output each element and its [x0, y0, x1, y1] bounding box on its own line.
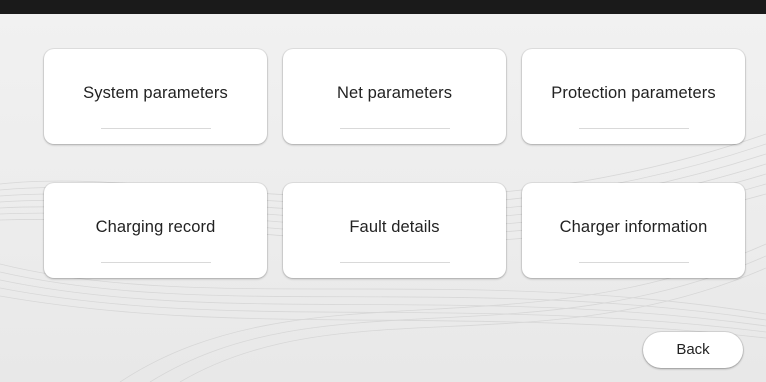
charger-information-tile[interactable]: Charger information	[522, 183, 745, 278]
tile-underline	[101, 262, 211, 263]
tile-underline	[579, 128, 689, 129]
tile-underline	[101, 128, 211, 129]
system-parameters-tile[interactable]: System parameters	[44, 49, 267, 144]
tile-label: Charging record	[95, 218, 216, 236]
tile-label: System parameters	[83, 84, 228, 102]
net-parameters-tile[interactable]: Net parameters	[283, 49, 506, 144]
charging-record-tile[interactable]: Charging record	[44, 183, 267, 278]
tile-underline	[340, 262, 450, 263]
tile-underline	[340, 128, 450, 129]
fault-details-tile[interactable]: Fault details	[283, 183, 506, 278]
back-button[interactable]: Back	[643, 332, 743, 368]
back-button-label: Back	[676, 341, 710, 358]
tile-label: Charger information	[559, 218, 708, 236]
menu-screen: System parameters Net parameters Protect…	[0, 14, 766, 382]
protection-parameters-tile[interactable]: Protection parameters	[522, 49, 745, 144]
tile-label: Protection parameters	[551, 84, 716, 102]
tile-label: Fault details	[349, 218, 440, 236]
tile-label: Net parameters	[336, 84, 453, 102]
tile-underline	[579, 262, 689, 263]
menu-grid: System parameters Net parameters Protect…	[0, 14, 766, 382]
